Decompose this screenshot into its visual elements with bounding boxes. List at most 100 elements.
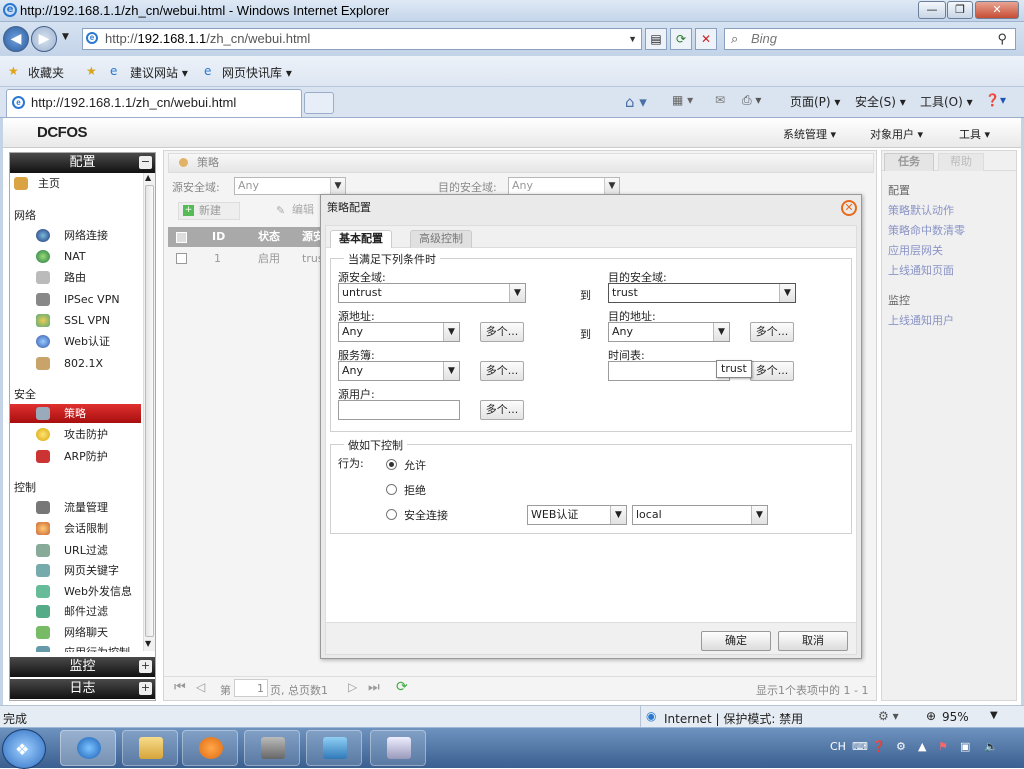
next-page-icon[interactable]: ▷ — [348, 680, 357, 694]
start-button[interactable]: ❖ — [2, 729, 46, 769]
link-online-notify-users[interactable]: 上线通知用户 — [888, 312, 954, 328]
read-mail-icon[interactable]: ✉ — [715, 93, 725, 107]
first-page-icon[interactable]: ⏮ — [174, 680, 186, 695]
src-zone-filter-select[interactable]: Any ▼ — [234, 177, 346, 195]
home-icon[interactable]: ⌂ ▾ — [625, 93, 647, 111]
src-addr-select[interactable]: Any ▼ — [338, 322, 460, 342]
sidebar-scrollbar[interactable]: ▲ ▼ — [143, 173, 155, 651]
scroll-thumb[interactable] — [145, 185, 154, 637]
dst-zone-select[interactable]: trust ▼ — [608, 283, 796, 303]
close-window-button[interactable]: ✕ — [975, 1, 1019, 19]
sidebar-item-home[interactable]: 主页 — [10, 174, 141, 193]
scroll-up-icon[interactable]: ▲ — [145, 173, 151, 182]
suggested-sites-link[interactable]: 建议网站 ▾ — [130, 64, 188, 81]
keyboard-icon[interactable]: ⌨ — [852, 740, 868, 753]
column-header[interactable]: 状态 — [258, 227, 280, 247]
sidebar-item-ssl-vpn[interactable]: SSL VPN — [10, 311, 141, 330]
link-alg[interactable]: 应用层网关 — [888, 242, 943, 258]
dst-zone-filter-select[interactable]: Any ▼ — [508, 177, 620, 195]
refresh-icon[interactable]: ⟳ — [670, 28, 692, 50]
page-number-input[interactable]: 1 — [234, 679, 268, 697]
dst-addr-select[interactable]: Any ▼ — [608, 322, 730, 342]
stop-icon[interactable]: ✕ — [695, 28, 717, 50]
minimize-button[interactable]: — — [918, 1, 946, 19]
service-more-button[interactable]: 多个... — [480, 361, 524, 381]
compatibility-view-icon[interactable]: ▤ — [645, 28, 667, 50]
sidebar-header-log[interactable]: 日志 + — [10, 679, 155, 699]
tools-menu[interactable]: 工具(O) ▾ — [920, 93, 973, 110]
sidebar-header-monitor[interactable]: 监控 + — [10, 657, 155, 677]
sidebar-item-mail-filter[interactable]: 邮件过滤 — [10, 602, 141, 621]
src-zone-select[interactable]: untrust ▼ — [338, 283, 526, 303]
feeds-icon[interactable]: ▦ ▾ — [672, 93, 693, 107]
action-allow-label[interactable]: 允许 — [404, 457, 426, 473]
help-icon[interactable]: ❓▾ — [985, 93, 1006, 107]
sidebar-item-app-control[interactable]: 应用行为控制 — [10, 643, 141, 652]
forward-button[interactable]: ▶ — [31, 26, 57, 52]
language-indicator[interactable]: CH — [830, 740, 846, 753]
edit-policy-button[interactable]: ✎ 编辑 — [274, 202, 324, 220]
recent-pages-dropdown-icon[interactable]: ▼ — [62, 32, 69, 42]
link-reset-hit-count[interactable]: 策略命中数清零 — [888, 222, 965, 238]
refresh-icon[interactable]: ⟳ — [396, 679, 408, 695]
sidebar-item-arp-defense[interactable]: ARP防护 — [10, 447, 141, 466]
dialog-close-icon[interactable]: ✕ — [841, 200, 857, 216]
safety-menu[interactable]: 安全(S) ▾ — [855, 93, 906, 110]
sidebar-header-config[interactable]: 配置 − — [10, 153, 155, 173]
taskbar-app1-button[interactable] — [244, 730, 300, 766]
sidebar-item-im[interactable]: 网络聊天 — [10, 623, 141, 642]
show-hidden-icons-icon[interactable]: ▲ — [918, 740, 926, 753]
tab-policy[interactable]: 策略 — [168, 153, 874, 173]
taskbar-ie-button[interactable] — [60, 730, 116, 766]
sidebar-item-policy[interactable]: 策略 — [10, 404, 141, 423]
address-input[interactable]: e http://192.168.1.1/zh_cn/webui.html ▼ — [82, 28, 642, 50]
sidebar-item-ipsec-vpn[interactable]: IPSec VPN — [10, 290, 141, 309]
action-secure-connect-label[interactable]: 安全连接 — [404, 507, 448, 523]
menu-tools[interactable]: 工具 ▾ — [959, 126, 990, 142]
auth-type-select[interactable]: WEB认证 ▼ — [527, 505, 627, 525]
tab-basic-config[interactable]: 基本配置 — [330, 230, 392, 248]
scroll-down-icon[interactable]: ▼ — [145, 639, 151, 648]
column-header[interactable]: ID — [212, 227, 225, 247]
src-addr-more-button[interactable]: 多个... — [480, 322, 524, 342]
src-user-input[interactable] — [338, 400, 460, 420]
auth-server-select[interactable]: local ▼ — [632, 505, 768, 525]
action-allow-radio[interactable] — [386, 459, 397, 470]
action-deny-radio[interactable] — [386, 484, 397, 495]
sidebar-item-8021x[interactable]: 802.1X — [10, 354, 141, 373]
search-input[interactable]: ⌕ Bing ⚲ — [724, 28, 1016, 50]
maximize-button[interactable]: ❐ — [947, 1, 973, 19]
volume-icon[interactable]: 🔈 — [984, 740, 998, 753]
taskbar-app3-button[interactable] — [370, 730, 426, 766]
network-icon[interactable]: ▣ — [960, 740, 970, 753]
address-dropdown-icon[interactable]: ▼ — [628, 29, 637, 49]
help-tray-icon[interactable]: ❓ — [872, 740, 886, 753]
row-checkbox[interactable] — [176, 253, 187, 264]
zoom-icon[interactable]: ⊕ — [926, 709, 936, 723]
cancel-button[interactable]: 取消 — [778, 631, 848, 651]
action-center-icon[interactable]: ⚑ — [938, 740, 948, 753]
taskbar-media-player-button[interactable] — [182, 730, 238, 766]
sidebar-item-route[interactable]: 路由 — [10, 268, 141, 287]
sidebar-item-web-auth[interactable]: Web认证 — [10, 332, 141, 351]
new-policy-button[interactable]: + 新建 — [178, 202, 240, 220]
sidebar-item-attack-defense[interactable]: 攻击防护 — [10, 425, 141, 444]
sidebar-item-web-outbound[interactable]: Web外发信息 — [10, 582, 141, 601]
back-button[interactable]: ◀ — [3, 26, 29, 52]
action-deny-label[interactable]: 拒绝 — [404, 482, 426, 498]
browser-tab[interactable]: e http://192.168.1.1/zh_cn/webui.html — [6, 89, 302, 117]
link-default-action[interactable]: 策略默认动作 — [888, 202, 954, 218]
collapse-icon[interactable]: − — [139, 156, 152, 169]
add-favorite-icon[interactable]: ★ — [86, 64, 97, 78]
menu-objects-users[interactable]: 对象用户 ▾ — [870, 126, 923, 142]
prev-page-icon[interactable]: ◁ — [196, 680, 205, 694]
taskbar-app2-button[interactable] — [306, 730, 362, 766]
sidebar-item-traffic[interactable]: 流量管理 — [10, 498, 141, 517]
menu-system-management[interactable]: 系统管理 ▾ — [783, 126, 836, 142]
expand-icon[interactable]: + — [139, 682, 152, 695]
tab-task[interactable]: 任务 — [884, 153, 934, 171]
service-select[interactable]: Any ▼ — [338, 361, 460, 381]
print-icon[interactable]: ⎙ ▾ — [742, 93, 761, 108]
tab-help[interactable]: 帮助 — [938, 153, 984, 171]
web-slice-gallery-link[interactable]: 网页快讯库 ▾ — [222, 64, 292, 81]
